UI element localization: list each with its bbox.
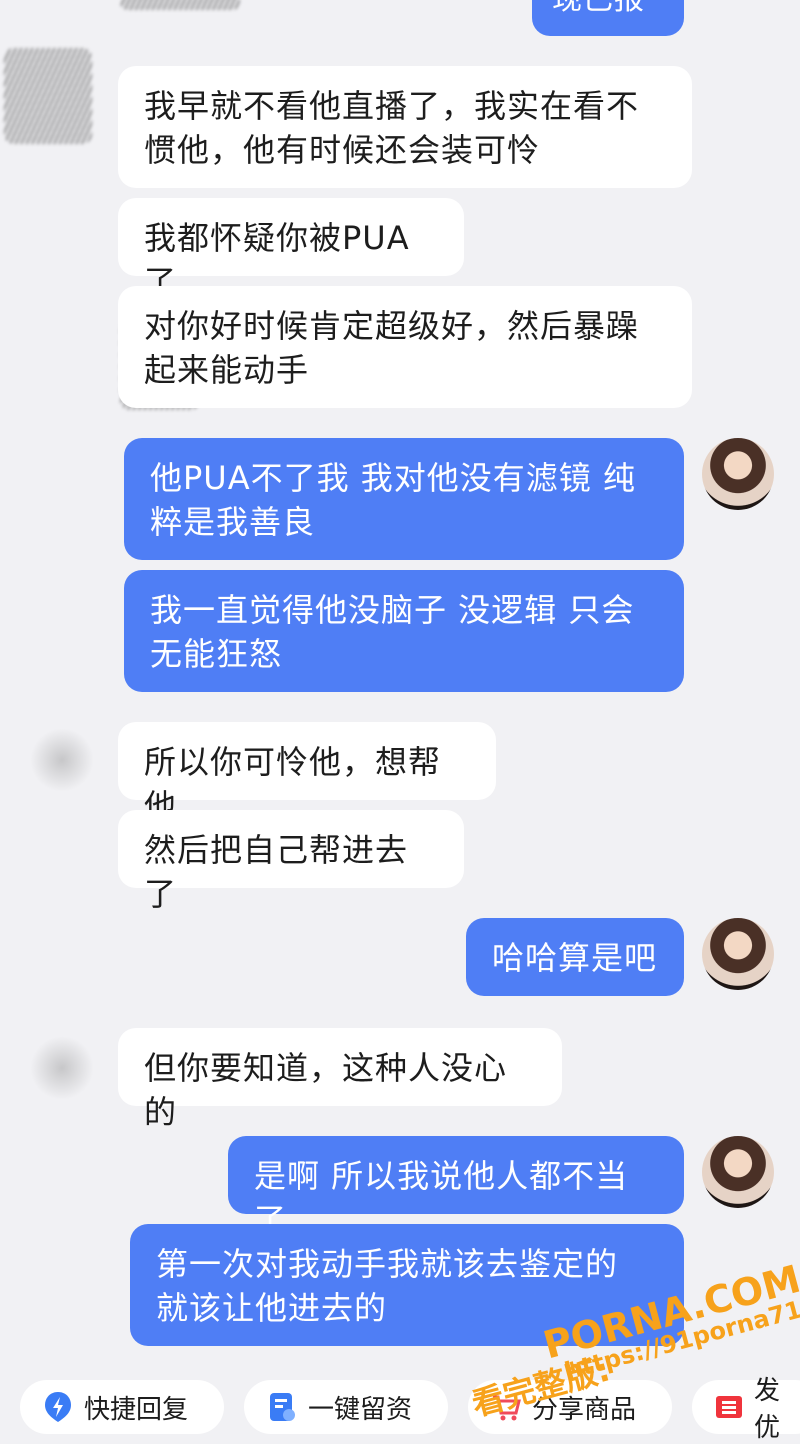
message-bubble-incoming[interactable]: 然后把自己帮进去了 xyxy=(118,810,464,913)
message-bubble-outgoing[interactable]: 他PUA不了我 我对他没有滤镜 纯粹是我善良 xyxy=(124,438,684,560)
quick-action-toolbar: 快捷回复 一键留资 分享商品 发优 xyxy=(0,1372,800,1443)
message-text: 然后把自己帮进去了 xyxy=(144,831,409,913)
message-bubble-incoming[interactable]: 所以你可怜他，想帮他 xyxy=(118,722,496,825)
message-bubble-incoming[interactable]: 我都怀疑你被PUA了 xyxy=(118,198,464,301)
quick-reply-button[interactable]: 快捷回复 xyxy=(20,1380,224,1434)
redacted-avatar xyxy=(120,0,240,10)
contact-card-icon xyxy=(266,1391,298,1423)
contact-avatar[interactable] xyxy=(30,728,94,792)
message-text: 我一直觉得他没脑子 没逻辑 只会无能狂怒 xyxy=(150,591,635,673)
user-avatar[interactable] xyxy=(702,1136,774,1208)
message-text: 我早就不看他直播了，我实在看不惯他，他有时候还会装可怜 xyxy=(144,87,640,169)
message-bubble-incoming[interactable]: 但你要知道，这种人没心的 xyxy=(118,1028,562,1131)
leave-info-label: 一键留资 xyxy=(308,1394,413,1425)
quick-reply-label: 快捷回复 xyxy=(84,1394,189,1425)
message-bubble-incoming[interactable]: 对你好时候肯定超级好，然后暴躁起来能动手 xyxy=(118,286,692,408)
message-text: 但你要知道，这种人没心的 xyxy=(144,1049,508,1131)
leave-info-button[interactable]: 一键留资 xyxy=(244,1380,448,1434)
message-bubble-outgoing[interactable]: 我一直觉得他没脑子 没逻辑 只会无能狂怒 xyxy=(124,570,684,692)
send-coupon-button[interactable]: 发优 xyxy=(692,1376,800,1443)
redacted-avatar xyxy=(4,48,92,144)
user-avatar[interactable] xyxy=(702,918,774,990)
message-bubble-outgoing[interactable]: 是啊 所以我说他人都不当了 xyxy=(228,1136,684,1239)
message-text: 第一次对我动手我就该去鉴定的 就该让他进去的 xyxy=(156,1245,619,1327)
message-bubble-outgoing[interactable]: 现已报 xyxy=(532,0,684,36)
user-avatar[interactable] xyxy=(702,438,774,510)
message-bubble-outgoing[interactable]: 哈哈算是吧 xyxy=(466,918,684,996)
coupon-icon xyxy=(714,1391,744,1423)
message-text: 哈哈算是吧 xyxy=(492,939,658,977)
message-text: 现已报 xyxy=(552,0,645,17)
contact-avatar[interactable] xyxy=(30,1036,94,1100)
message-text: 对你好时候肯定超级好，然后暴躁起来能动手 xyxy=(144,307,640,389)
message-bubble-incoming[interactable]: 我早就不看他直播了，我实在看不惯他，他有时候还会装可怜 xyxy=(118,66,692,188)
message-text: 他PUA不了我 我对他没有滤镜 纯粹是我善良 xyxy=(150,459,636,541)
send-coupon-label: 发优 xyxy=(754,1376,781,1443)
lightning-icon xyxy=(42,1391,74,1423)
